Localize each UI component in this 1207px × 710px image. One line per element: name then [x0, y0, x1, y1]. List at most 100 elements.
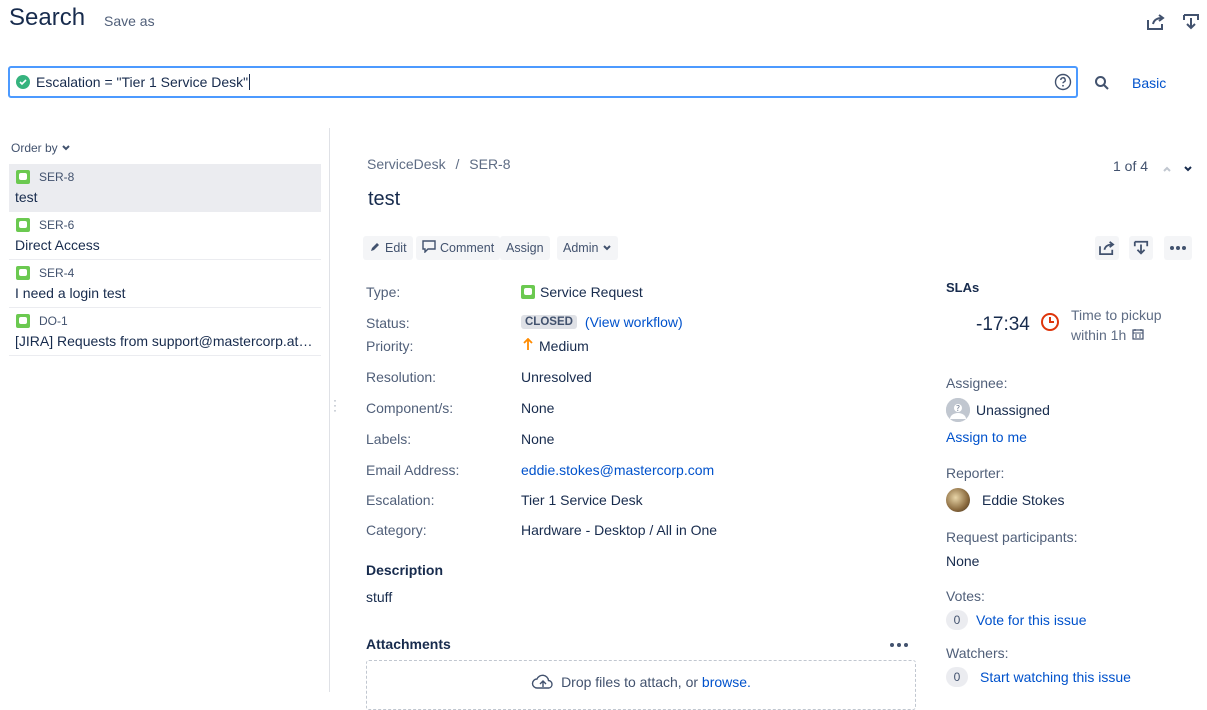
edit-button[interactable]: Edit	[363, 236, 413, 260]
priority-value-text: Medium	[539, 338, 589, 354]
sla-name: Time to pickup	[1071, 307, 1162, 323]
watchers-label: Watchers:	[946, 645, 1009, 661]
chevron-down-icon	[602, 241, 612, 255]
votes-label: Votes:	[946, 588, 985, 604]
jql-query-text: Escalation = "Tier 1 Service Desk"	[36, 74, 249, 90]
chevron-down-icon	[61, 141, 71, 155]
resize-handle-icon[interactable]: · · ·	[333, 394, 337, 416]
clock-breached-icon	[1040, 312, 1060, 335]
issue-summary: [JIRA] Requests from support@mastercorp.…	[15, 333, 315, 349]
reporter-value[interactable]: Eddie Stokes	[946, 488, 1065, 512]
export-icon[interactable]	[1129, 236, 1153, 260]
service-request-icon	[16, 314, 30, 328]
sla-goal: within 1h	[1071, 327, 1144, 343]
description-text[interactable]: stuff	[366, 589, 392, 605]
panel-divider[interactable]	[329, 128, 330, 692]
votes-row: 0 Vote for this issue	[946, 610, 1087, 630]
email-label: Email Address:	[366, 462, 460, 478]
attachments-more-icon[interactable]	[890, 634, 908, 650]
chevron-up-icon[interactable]	[1162, 160, 1172, 176]
issue-key: SER-4	[39, 266, 75, 280]
comment-button[interactable]: Comment	[416, 236, 501, 260]
vote-link[interactable]: Vote for this issue	[976, 612, 1087, 628]
export-icon[interactable]	[1180, 11, 1202, 33]
category-label: Category:	[366, 522, 427, 538]
search-icon[interactable]	[1094, 75, 1110, 94]
share-icon[interactable]	[1145, 11, 1167, 33]
assignee-name: Unassigned	[976, 402, 1050, 418]
attachment-dropzone[interactable]: Drop files to attach, or browse.	[366, 660, 916, 710]
basic-mode-link[interactable]: Basic	[1132, 75, 1166, 91]
issue-list-item[interactable]: SER-6 Direct Access	[9, 212, 321, 260]
issue-list-item[interactable]: DO-1 [JIRA] Requests from support@master…	[9, 308, 321, 356]
reporter-avatar	[946, 488, 970, 512]
issue-list-item[interactable]: SER-4 I need a login test	[9, 260, 321, 308]
assign-label: Assign	[506, 241, 544, 255]
calendar-icon	[1132, 327, 1144, 343]
issue-summary: I need a login test	[15, 285, 126, 301]
escalation-label: Escalation:	[366, 492, 435, 508]
category-value[interactable]: Hardware - Desktop / All in One	[521, 522, 717, 538]
assign-button[interactable]: Assign	[500, 236, 550, 260]
issue-key: SER-6	[39, 218, 75, 232]
sla-time: -17:34	[976, 314, 1030, 335]
assign-to-me-link[interactable]: Assign to me	[946, 429, 1027, 445]
view-workflow-link[interactable]: (View workflow)	[585, 314, 683, 330]
email-value-link[interactable]: eddie.stokes@mastercorp.com	[521, 462, 714, 478]
more-actions-icon[interactable]	[1164, 236, 1192, 260]
participants-value[interactable]: None	[946, 553, 979, 569]
service-request-icon	[521, 285, 535, 299]
labels-label: Labels:	[366, 431, 412, 447]
issue-key: DO-1	[39, 314, 68, 328]
issue-summary: Direct Access	[15, 237, 100, 253]
unassigned-avatar-icon: ?	[946, 398, 970, 422]
svg-text:?: ?	[956, 404, 960, 413]
comment-label: Comment	[440, 241, 495, 255]
issue-list-item[interactable]: SER-8 test	[9, 164, 321, 212]
watchers-row: 0 Start watching this issue	[946, 667, 1131, 687]
reporter-name: Eddie Stokes	[982, 492, 1065, 508]
issue-summary-title[interactable]: test	[368, 188, 400, 211]
admin-label: Admin	[563, 241, 599, 255]
chevron-down-icon[interactable]	[1183, 160, 1193, 176]
type-value: Service Request	[521, 284, 643, 300]
breadcrumb-issue-key[interactable]: SER-8	[469, 156, 510, 172]
share-icon[interactable]	[1095, 236, 1119, 260]
reporter-label: Reporter:	[946, 465, 1005, 481]
status-lozenge: CLOSED	[521, 315, 577, 329]
order-by-label: Order by	[11, 141, 58, 155]
components-value[interactable]: None	[521, 400, 554, 416]
save-as-button[interactable]: Save as	[104, 13, 155, 29]
issue-summary: test	[15, 189, 38, 205]
page-title: Search	[9, 4, 86, 31]
votes-count: 0	[946, 610, 968, 630]
edit-label: Edit	[385, 241, 407, 255]
type-label: Type:	[366, 284, 401, 300]
valid-query-icon	[16, 75, 30, 89]
admin-dropdown[interactable]: Admin	[557, 236, 619, 260]
labels-value[interactable]: None	[521, 431, 554, 447]
participants-label: Request participants:	[946, 529, 1078, 545]
sla-goal-text: within 1h	[1071, 327, 1127, 343]
watch-link[interactable]: Start watching this issue	[980, 669, 1131, 685]
escalation-value[interactable]: Tier 1 Service Desk	[521, 492, 643, 508]
pager-text: 1 of 4	[1113, 158, 1149, 174]
priority-value: Medium	[521, 337, 589, 354]
resolution-label: Resolution:	[366, 369, 437, 385]
breadcrumb: ServiceDesk / SER-8	[367, 156, 511, 172]
type-value-text: Service Request	[540, 284, 643, 300]
order-by-dropdown[interactable]: Order by	[11, 141, 71, 155]
watchers-count: 0	[946, 667, 968, 687]
components-label: Component/s:	[366, 400, 454, 416]
pencil-icon	[369, 241, 381, 256]
status-label: Status:	[366, 315, 410, 331]
breadcrumb-project[interactable]: ServiceDesk	[367, 156, 446, 172]
help-icon[interactable]	[1054, 73, 1072, 91]
slas-heading: SLAs	[946, 280, 980, 295]
issue-key: SER-8	[39, 170, 75, 184]
description-heading: Description	[366, 562, 444, 578]
assignee-value[interactable]: ? Unassigned	[946, 398, 1050, 422]
jql-search-input[interactable]: Escalation = "Tier 1 Service Desk"	[8, 66, 1078, 98]
comment-icon	[422, 240, 436, 256]
arrow-up-icon	[523, 337, 533, 354]
